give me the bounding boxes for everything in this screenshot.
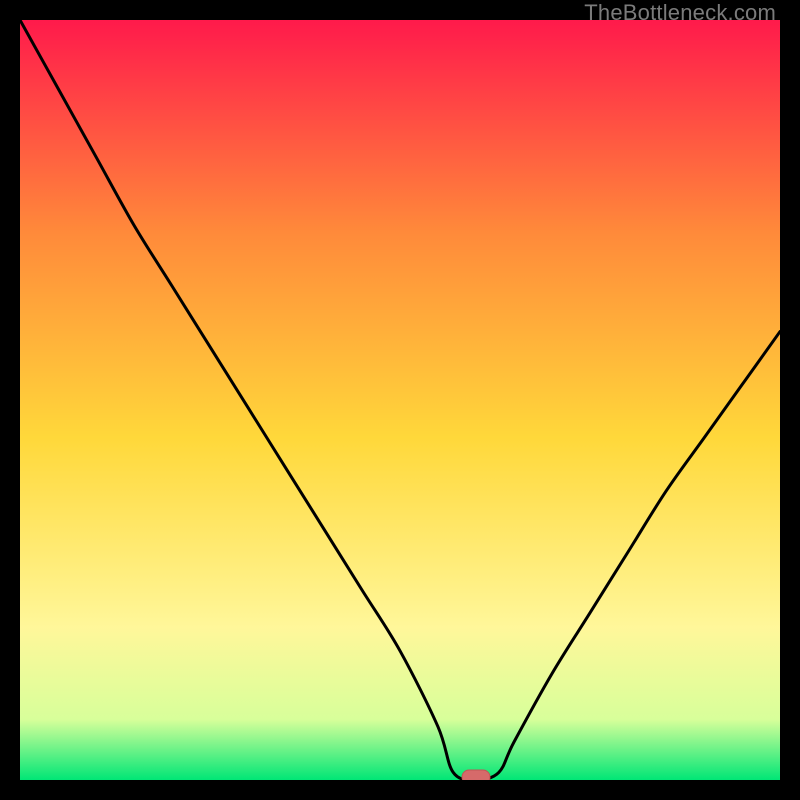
bottleneck-curve-chart [20, 20, 780, 780]
watermark-text: TheBottleneck.com [584, 0, 776, 26]
chart-frame: TheBottleneck.com [0, 0, 800, 800]
plot-area [20, 20, 780, 780]
minimum-marker [462, 770, 490, 780]
gradient-background [20, 20, 780, 780]
